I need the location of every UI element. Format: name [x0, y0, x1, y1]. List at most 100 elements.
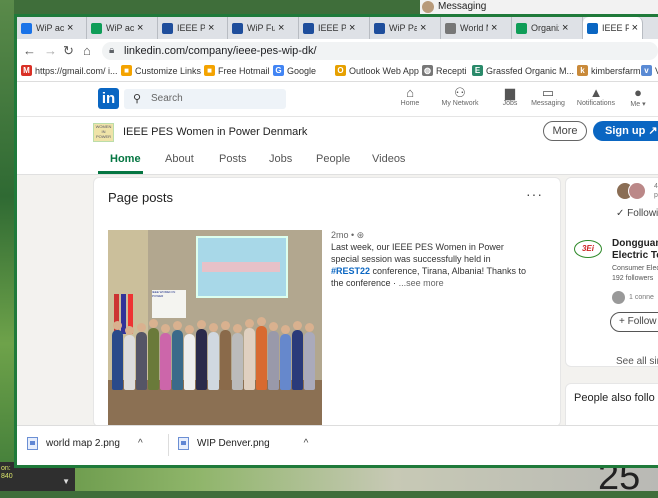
tab-favicon-icon: [587, 22, 598, 34]
similar-company-name[interactable]: Dongguan Electric Tec: [612, 238, 658, 262]
download-filename: WIP Denver.png: [197, 438, 270, 449]
tab-favicon-icon: [516, 22, 527, 34]
company-logo[interactable]: WOMEN IN POWER: [93, 123, 114, 142]
browser-tab[interactable]: WiP activ×: [17, 17, 87, 39]
reload-icon[interactable]: ↻: [63, 43, 74, 59]
hashtag-link[interactable]: #REST22: [331, 266, 370, 276]
tab-bar: WiP activ×WiP activ×IEEE PES×WiP Func×IE…: [17, 17, 658, 39]
tab-favicon-icon: [232, 22, 243, 34]
bookmark-label: https://gmail.com/ i...: [35, 65, 118, 76]
sign-up-button[interactable]: Sign up ↗: [593, 121, 658, 141]
download-item[interactable]: world map 2.png ^: [27, 437, 143, 450]
avatar: [612, 291, 625, 304]
post-body: Last week, our IEEE PES Women in Power s…: [331, 242, 504, 264]
tab-posts[interactable]: Posts: [219, 153, 247, 165]
bookmark-label: Free Hotmail: [218, 65, 270, 76]
nav-item-home[interactable]: ⌂ Home: [387, 85, 433, 107]
image-file-icon: [27, 437, 38, 450]
downloads-bar: world map 2.png ^ WIP Denver.png ^: [17, 425, 658, 465]
close-icon[interactable]: ×: [562, 22, 568, 34]
avatar: [422, 1, 434, 13]
browser-tab[interactable]: IEEE PES×: [583, 17, 643, 39]
windows-icon: ■: [204, 65, 215, 76]
bookmark-item[interactable]: k kimbersfarm: [577, 65, 641, 76]
browser-tab[interactable]: Organizat×: [512, 17, 583, 39]
tab-people[interactable]: People: [316, 153, 350, 165]
tab-favicon-icon: [21, 22, 32, 34]
tab-videos[interactable]: Videos: [372, 153, 405, 165]
nav-label: Home: [400, 100, 420, 107]
home-icon[interactable]: ⌂: [83, 43, 91, 58]
close-icon[interactable]: ×: [420, 22, 426, 34]
close-icon[interactable]: ×: [278, 22, 284, 34]
bookmark-item[interactable]: vVis: [641, 65, 658, 76]
desktop-background: [0, 0, 14, 491]
more-options-icon[interactable]: ···: [526, 186, 543, 202]
close-icon[interactable]: ×: [632, 22, 638, 34]
bookmark-item[interactable]: E Grassfed Organic M...: [472, 65, 574, 76]
see-all-similar-link[interactable]: See all sim: [616, 356, 658, 367]
following-button[interactable]: ✓ Followin: [616, 208, 658, 219]
post-meta: 2mo • ⊛: [331, 230, 365, 240]
tab-title: WiP Pane: [389, 23, 417, 33]
post-image[interactable]: IEEE WOMEN IN POWER: [108, 230, 322, 426]
dongguan-logo[interactable]: 3Ei: [574, 240, 602, 258]
company-tabs: Home About Posts Jobs People Videos: [17, 147, 658, 175]
download-item[interactable]: WIP Denver.png ^: [178, 437, 308, 450]
background-messaging-label: Messaging: [438, 1, 487, 12]
bookmark-item[interactable]: ■ Free Hotmail: [204, 65, 270, 76]
background-window: Messaging: [420, 0, 658, 14]
tab-jobs[interactable]: Jobs: [269, 153, 292, 165]
background-panel-text: on: 840: [1, 465, 13, 480]
linkedin-logo[interactable]: in: [98, 88, 119, 109]
forward-icon[interactable]: →: [44, 43, 57, 58]
search-input[interactable]: ⚲ Search: [124, 89, 286, 109]
chevron-up-icon[interactable]: ^: [138, 438, 143, 449]
follow-button[interactable]: + Follow: [610, 312, 658, 332]
close-icon[interactable]: ×: [491, 22, 497, 34]
close-icon[interactable]: ×: [137, 22, 143, 34]
back-icon[interactable]: ←: [23, 43, 36, 58]
network-icon: ⚇: [454, 85, 466, 100]
bookmark-item[interactable]: ◍ Recepti: [422, 65, 467, 76]
more-button[interactable]: More: [543, 121, 587, 141]
browser-window: WiP activ×WiP activ×IEEE PES×WiP Func×IE…: [14, 14, 658, 468]
browser-tab[interactable]: IEEE PES×: [158, 17, 228, 39]
tab-about[interactable]: About: [165, 153, 194, 165]
bookmark-label: Customize Links: [135, 65, 202, 76]
similar-pages-card: 4 p ✓ Followin 3Ei Dongguan Electric Tec…: [565, 177, 658, 367]
bookmark-icon: E: [472, 65, 483, 76]
see-more-link[interactable]: ...see more: [399, 278, 444, 288]
chevron-up-icon[interactable]: ^: [304, 438, 309, 449]
download-filename: world map 2.png: [46, 438, 120, 449]
bookmark-item[interactable]: Mhttps://gmail.com/ i...: [21, 65, 118, 76]
close-icon[interactable]: ×: [349, 22, 355, 34]
bookmark-item[interactable]: O Outlook Web App: [335, 65, 419, 76]
connections-text: 1 conne: [629, 294, 654, 301]
connections-info: 1 conne: [612, 291, 654, 304]
url-text: linkedin.com/company/ieee-pes-wip-dk/: [124, 45, 317, 57]
post-text: Last week, our IEEE PES Women in Power s…: [331, 241, 531, 289]
nav-item-notifications[interactable]: ▲ Notifications: [573, 85, 619, 107]
close-icon[interactable]: ×: [208, 22, 214, 34]
nav-label: Me ▾: [630, 101, 646, 108]
bookmark-item[interactable]: ■ Customize Links: [121, 65, 201, 76]
messaging-icon: ▭: [541, 85, 555, 100]
browser-tab[interactable]: IEEE PES×: [299, 17, 370, 39]
outlook-icon: O: [335, 65, 346, 76]
tab-title: Organizat: [531, 23, 559, 33]
nav-item-me[interactable]: ● Me ▾: [615, 85, 658, 108]
page-posts-title: Page posts: [108, 190, 174, 205]
avatar-icon: ●: [634, 85, 642, 100]
browser-tab[interactable]: WiP Func×: [228, 17, 299, 39]
nav-item-messaging[interactable]: ▭ Messaging: [525, 85, 571, 107]
tab-home[interactable]: Home: [110, 153, 141, 165]
close-icon[interactable]: ×: [67, 22, 73, 34]
browser-tab[interactable]: WiP Pane×: [370, 17, 441, 39]
url-field[interactable]: 🔒︎ linkedin.com/company/ieee-pes-wip-dk/: [102, 42, 658, 60]
search-icon: ⚲: [133, 93, 142, 105]
nav-item-my-network[interactable]: ⚇ My Network: [437, 85, 483, 107]
browser-tab[interactable]: WiP activ×: [87, 17, 158, 39]
browser-tab[interactable]: World Ma×: [441, 17, 512, 39]
bookmark-item[interactable]: G Google: [273, 65, 316, 76]
